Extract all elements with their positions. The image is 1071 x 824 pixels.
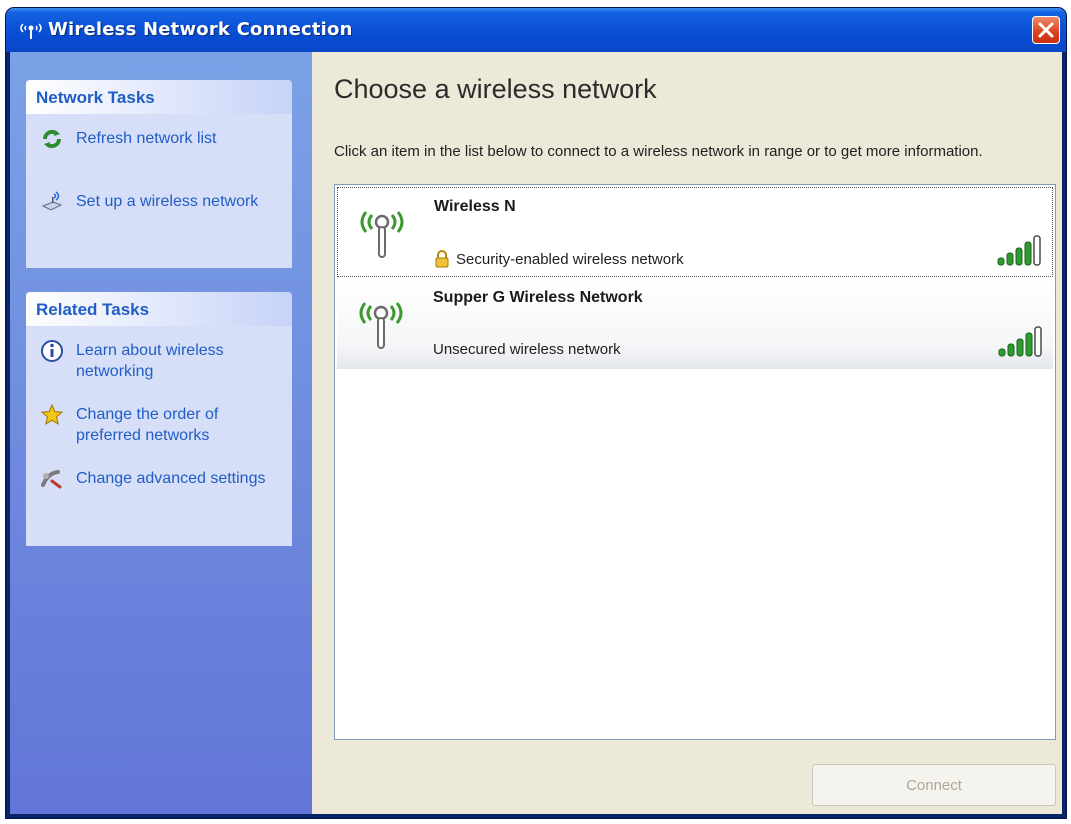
related-tasks-panel: Related Tasks Learn about wireless netwo… bbox=[26, 292, 292, 546]
connect-button[interactable]: Connect bbox=[812, 764, 1056, 806]
learn-wireless-label: Learn about wireless networking bbox=[76, 342, 224, 380]
instructions-text: Click an item in the list below to conne… bbox=[334, 143, 983, 160]
refresh-network-list-link[interactable]: Refresh network list bbox=[40, 128, 284, 151]
network-name: Wireless N bbox=[434, 198, 516, 215]
network-security-label: Unsecured wireless network bbox=[433, 341, 621, 358]
network-tasks-panel: Network Tasks Refresh network list Set u… bbox=[26, 80, 292, 268]
info-icon bbox=[41, 340, 63, 362]
setup-wireless-network-link[interactable]: Set up a wireless network bbox=[40, 191, 284, 214]
network-item-wireless-n[interactable]: Wireless N Security-enabled wireless net… bbox=[337, 187, 1053, 277]
star-icon bbox=[40, 403, 64, 426]
setup-wireless-network-label: Set up a wireless network bbox=[76, 193, 259, 210]
main-content: Choose a wireless network Click an item … bbox=[312, 52, 1062, 814]
network-security: Security-enabled wireless network bbox=[434, 250, 684, 268]
change-advanced-settings-link[interactable]: Change advanced settings bbox=[40, 468, 284, 491]
lock-icon bbox=[435, 250, 449, 268]
window-client-area: Network Tasks Refresh network list Set u… bbox=[10, 52, 1062, 814]
close-button[interactable] bbox=[1032, 16, 1060, 44]
window-title: Wireless Network Connection bbox=[48, 19, 353, 40]
network-name: Supper G Wireless Network bbox=[433, 289, 643, 306]
change-network-order-link[interactable]: Change the order of preferred networks bbox=[40, 403, 284, 446]
wireless-antenna-icon bbox=[360, 211, 404, 258]
wireless-antenna-icon bbox=[359, 302, 403, 349]
network-item-supper-g[interactable]: Supper G Wireless Network Unsecured wire… bbox=[337, 279, 1053, 369]
refresh-network-list-label: Refresh network list bbox=[76, 130, 217, 147]
signal-strength-icon bbox=[998, 326, 1042, 357]
network-list[interactable]: Wireless N Security-enabled wireless net… bbox=[334, 184, 1056, 740]
network-tasks-header[interactable]: Network Tasks bbox=[26, 80, 292, 114]
related-tasks-header[interactable]: Related Tasks bbox=[26, 292, 292, 326]
learn-wireless-link[interactable]: Learn about wireless networking bbox=[40, 340, 284, 382]
change-network-order-label: Change the order of preferred networks bbox=[76, 406, 219, 444]
signal-strength-icon bbox=[997, 235, 1041, 266]
network-security-label: Security-enabled wireless network bbox=[456, 250, 684, 268]
wireless-network-window: Wireless Network Connection Network Task… bbox=[6, 8, 1066, 818]
network-security: Unsecured wireless network bbox=[433, 341, 621, 358]
title-bar[interactable]: Wireless Network Connection bbox=[6, 8, 1066, 52]
close-icon bbox=[1038, 22, 1054, 38]
change-advanced-settings-label: Change advanced settings bbox=[76, 470, 266, 487]
page-title: Choose a wireless network bbox=[334, 74, 657, 104]
settings-icon bbox=[41, 470, 62, 489]
refresh-icon bbox=[42, 129, 62, 149]
task-sidebar: Network Tasks Refresh network list Set u… bbox=[10, 52, 312, 814]
setup-wireless-icon bbox=[41, 191, 63, 211]
wireless-network-icon bbox=[20, 23, 42, 39]
